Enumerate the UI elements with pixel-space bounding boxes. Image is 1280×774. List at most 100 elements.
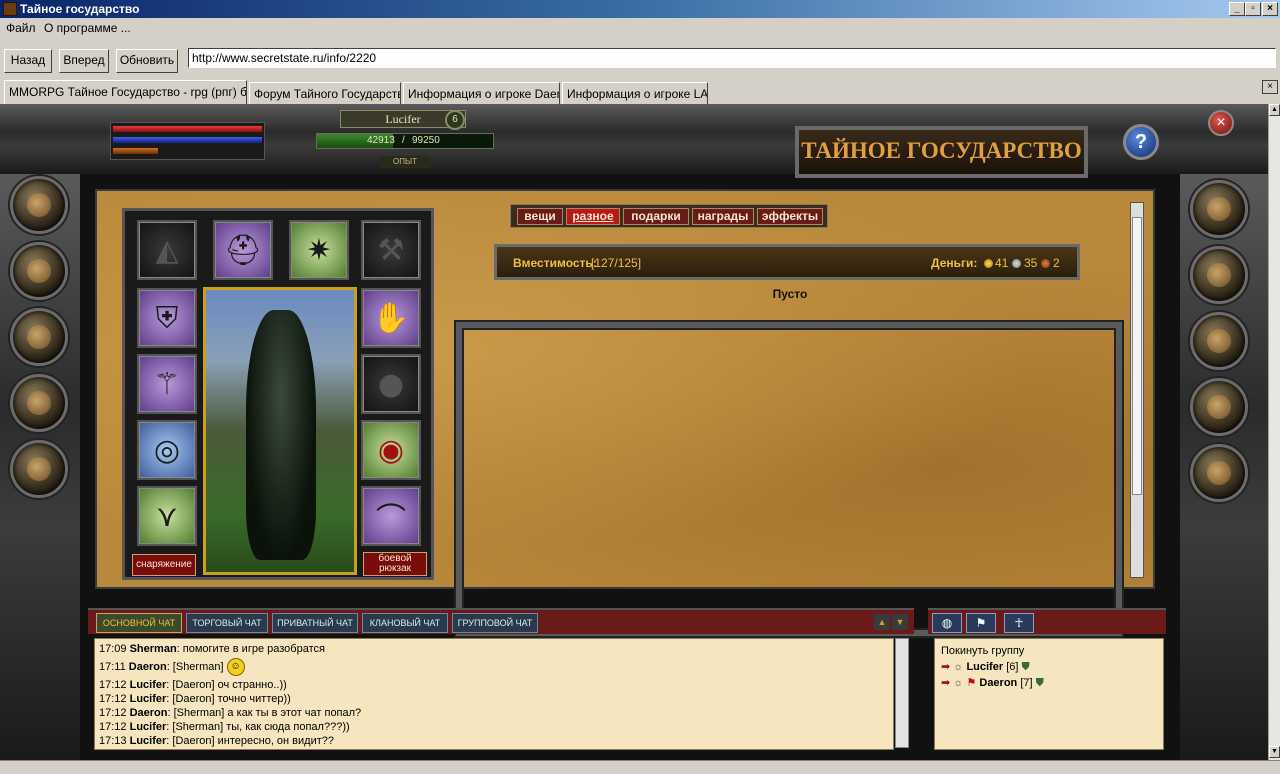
chat-scroll-up-icon[interactable]: ▲: [874, 614, 890, 630]
belt-icon: ⋎: [156, 498, 178, 534]
url-input[interactable]: http://www.secretstate.ru/info/2220: [188, 48, 1276, 68]
close-game-icon[interactable]: ×: [1208, 110, 1234, 136]
people-orb-icon[interactable]: [1190, 312, 1248, 370]
chat-tab-group[interactable]: ГРУППОВОЙ ЧАТ: [452, 613, 538, 633]
window-title: Тайное государство: [20, 2, 140, 16]
copper-coin-icon: [1041, 259, 1050, 268]
arrow-icon: ➡: [941, 661, 951, 673]
chat-user[interactable]: Lucifer: [130, 721, 167, 733]
tab-forum[interactable]: Форум Тайного Государства: [249, 82, 401, 104]
chat-user[interactable]: Daeron: [129, 661, 167, 673]
exchange-orb-icon[interactable]: [1190, 246, 1248, 304]
inv-tab-gifts[interactable]: подарки: [623, 208, 689, 225]
inv-tab-awards[interactable]: награды: [692, 208, 754, 225]
chat-tab-private[interactable]: ПРИВАТНЫЙ ЧАТ: [272, 613, 358, 633]
help-icon[interactable]: ?: [1123, 124, 1159, 160]
left-menu-orb-3-icon[interactable]: [10, 308, 68, 366]
player-level-badge: 6: [445, 110, 465, 130]
chat-message: 17:12 Lucifer: [Daeron] точно читтер)): [99, 692, 889, 706]
chat-user[interactable]: Sherman: [130, 643, 177, 655]
scroll-orb-icon[interactable]: [1190, 378, 1248, 436]
exp-bar: 42913 / 99250: [316, 133, 494, 149]
chat-text: : [Sherman] а как ты в этот чат попал?: [167, 707, 362, 719]
group-icon[interactable]: ☥: [1004, 613, 1034, 633]
tab-player-lady[interactable]: Информация о игроке LADY: [562, 82, 708, 104]
left-menu-orb-5-icon[interactable]: [10, 440, 68, 498]
scroll-up-icon[interactable]: ▲: [1269, 104, 1280, 116]
panel-scroll-thumb[interactable]: [1132, 217, 1142, 495]
left-menu-orb-1-icon[interactable]: [10, 176, 68, 234]
forward-button[interactable]: Вперед: [59, 49, 109, 73]
inv-tab-effects[interactable]: эффекты: [757, 208, 823, 225]
slot-shield-empty[interactable]: ●: [361, 354, 421, 414]
chat-tab-main[interactable]: ОСНОВНОЙ ЧАТ: [96, 613, 182, 633]
tab-game[interactable]: MMORPG Тайное Государство - rpg (рпг) бр…: [4, 80, 247, 104]
member-name[interactable]: Lucifer: [966, 661, 1003, 673]
chat-message: 17:11 Daeron: [Sherman] ☺: [99, 656, 889, 678]
inv-tab-items[interactable]: вещи: [517, 208, 563, 225]
minimize-button[interactable]: _: [1229, 2, 1245, 16]
inv-tab-misc[interactable]: разное: [566, 208, 620, 225]
chat-tab-clan[interactable]: КЛАНОВЫЙ ЧАТ: [362, 613, 448, 633]
slot-gloves[interactable]: ✋: [361, 288, 421, 348]
close-tab-icon[interactable]: ×: [1262, 80, 1278, 94]
slot-belt[interactable]: ⋎: [137, 486, 197, 546]
chat-scroll-down-icon[interactable]: ▼: [892, 614, 908, 630]
panel-scrollbar[interactable]: [1130, 202, 1144, 578]
left-menu-orb-4-icon[interactable]: [10, 374, 68, 432]
bag-orb-icon[interactable]: [1190, 444, 1248, 502]
leave-group-link[interactable]: Покинуть группу: [941, 643, 1157, 659]
member-name[interactable]: Daeron: [979, 677, 1017, 689]
slot-armor[interactable]: ⛨: [137, 288, 197, 348]
gold-amount: 41: [995, 256, 1009, 270]
left-menu-orb-2-icon[interactable]: [10, 242, 68, 300]
scroll-down-icon[interactable]: ▼: [1269, 746, 1280, 758]
slot-helmet[interactable]: ⛑: [213, 220, 273, 280]
slot-amulet[interactable]: ✷: [289, 220, 349, 280]
slot-boots[interactable]: ⌒: [361, 486, 421, 546]
window-titlebar: Тайное государство _ ▫ ×: [0, 0, 1280, 18]
chat-scrollbar[interactable]: [895, 638, 909, 748]
chat-user[interactable]: Lucifer: [130, 679, 167, 691]
leader-flag-icon: ⚑: [966, 677, 977, 689]
close-button[interactable]: ×: [1262, 2, 1278, 16]
group-tab-bar: ◍ ⚑ ☥: [928, 608, 1166, 634]
chat-tab-trade[interactable]: ТОРГОВЫЙ ЧАТ: [186, 613, 268, 633]
mace-icon: ⚚: [153, 366, 181, 402]
slot-ring-right[interactable]: ◉: [361, 420, 421, 480]
slot-weapon-empty[interactable]: ⚒: [361, 220, 421, 280]
slot-mace[interactable]: ⚚: [137, 354, 197, 414]
chat-message: 17:09 Sherman: помогите в игре разобратс…: [99, 642, 889, 656]
refresh-button[interactable]: Обновить: [116, 49, 178, 73]
chat-time: 17:12: [99, 707, 127, 719]
window-scrollbar[interactable]: ▲ ▼: [1268, 104, 1280, 760]
chat-log: 17:09 Sherman: помогите в игре разобратс…: [94, 638, 894, 750]
arrow-left-orb-icon[interactable]: [1190, 180, 1248, 238]
group-panel: Покинуть группу ➡ ☼ Lucifer [6] ⛊ ➡ ☼ ⚑ …: [934, 638, 1164, 750]
smiley-icon: ☺: [226, 658, 245, 677]
backpack-label-2: рюкзак: [378, 563, 412, 574]
maximize-button[interactable]: ▫: [1245, 2, 1261, 16]
chat-user[interactable]: Lucifer: [130, 735, 167, 747]
chat-user[interactable]: Lucifer: [130, 693, 167, 705]
exp-label: ОПЫТ: [380, 156, 430, 168]
gold-coin-icon: [984, 259, 993, 268]
chat-user[interactable]: Daeron: [130, 707, 168, 719]
tab-player-daeron[interactable]: Информация о игроке Daeron: [403, 82, 560, 104]
inventory-info-bar: Вместимость: [127/125] Деньги: 41 35 2: [494, 244, 1080, 280]
copper-amount: 2: [1053, 256, 1060, 270]
flag-icon[interactable]: ⚑: [966, 613, 996, 633]
backpack-button[interactable]: боевой рюкзак: [363, 552, 427, 576]
chat-time: 17:12: [99, 721, 127, 733]
globe-icon[interactable]: ◍: [932, 613, 962, 633]
back-button[interactable]: Назад: [4, 49, 52, 73]
member-level: [7]: [1020, 677, 1033, 689]
menu-file[interactable]: Файл: [6, 21, 36, 35]
slot-helm-empty[interactable]: ◭: [137, 220, 197, 280]
slot-ring-left[interactable]: ◎: [137, 420, 197, 480]
gloves-icon: ✋: [372, 300, 410, 336]
shield-badge-icon: ⛊: [1021, 661, 1030, 673]
gear-button[interactable]: снаряжение: [132, 554, 196, 576]
member-level: [6]: [1006, 661, 1019, 673]
menu-about[interactable]: О программе ...: [44, 21, 131, 35]
